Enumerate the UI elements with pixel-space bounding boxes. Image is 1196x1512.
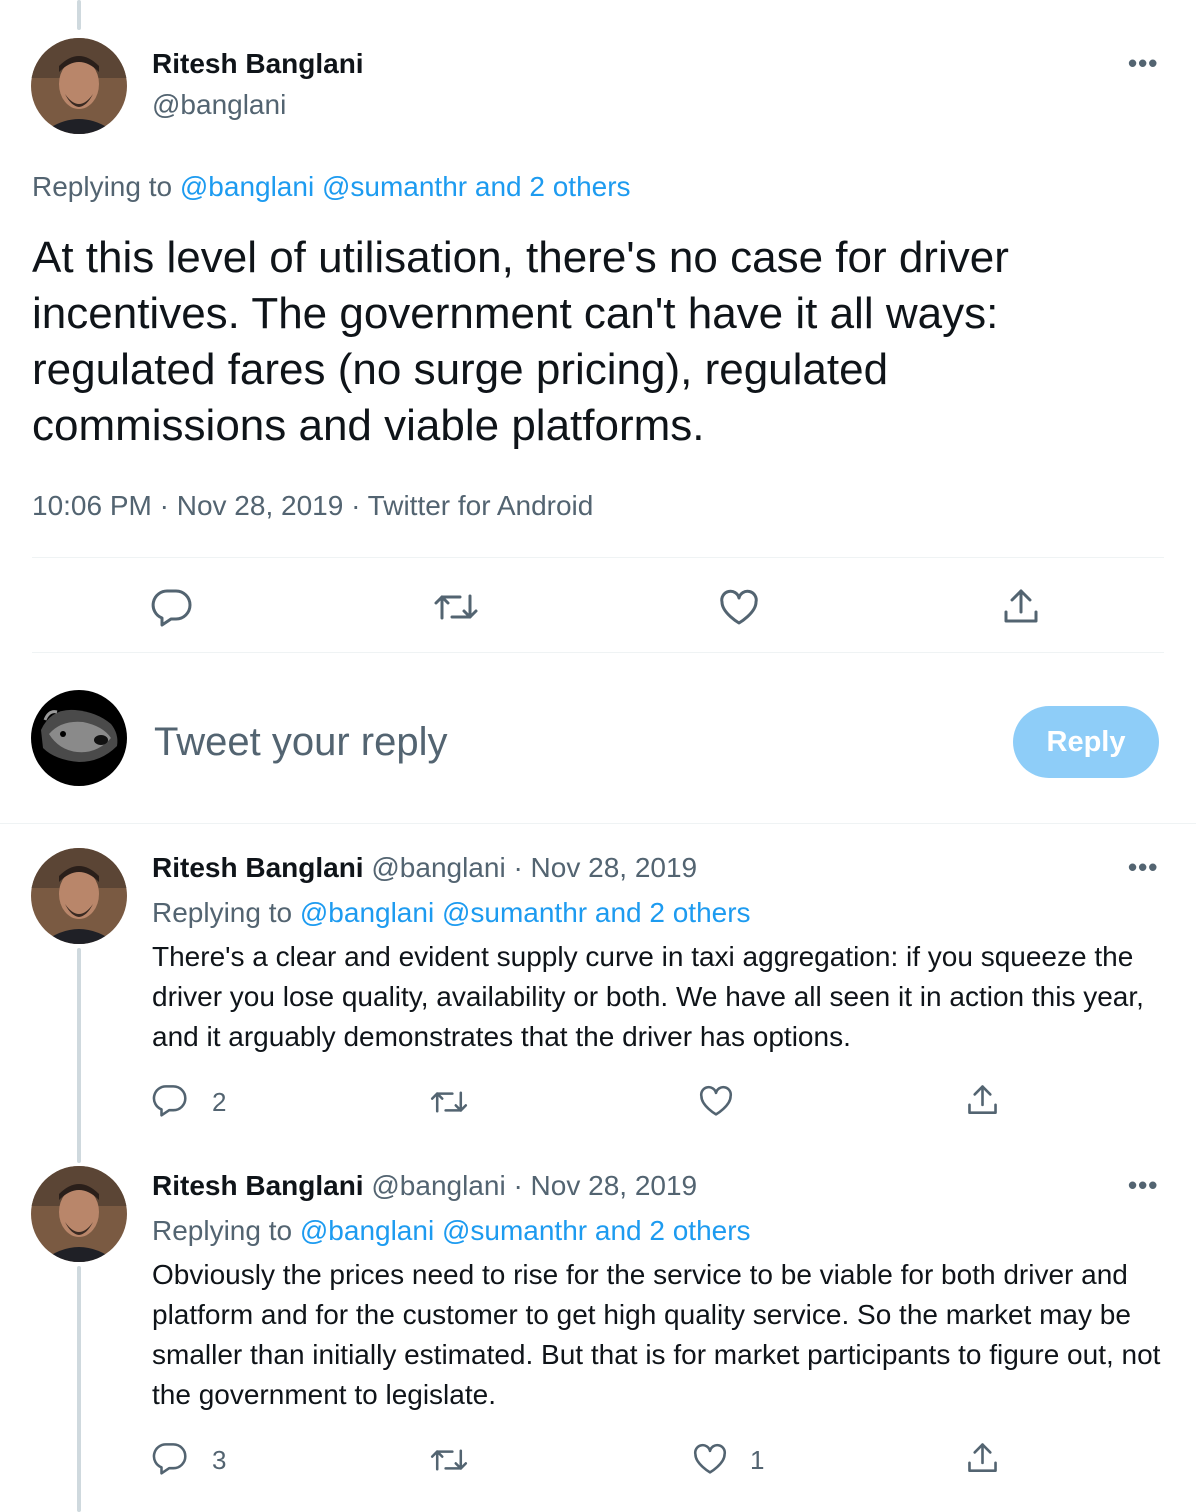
reply-icon[interactable] bbox=[152, 1441, 188, 1475]
like-icon[interactable] bbox=[698, 1085, 734, 1118]
user-avatar[interactable] bbox=[31, 690, 127, 786]
replying-to: Replying to @banglani @sumanthr and 2 ot… bbox=[32, 171, 631, 203]
reply-replying-to: Replying to @banglani @sumanthr and 2 ot… bbox=[152, 1215, 751, 1247]
retweet-icon[interactable] bbox=[428, 1086, 470, 1118]
reply-author-name[interactable]: Ritesh Banglani bbox=[152, 1170, 364, 1201]
like-icon[interactable] bbox=[718, 589, 760, 627]
divider bbox=[32, 557, 1164, 558]
share-icon[interactable] bbox=[966, 1083, 999, 1118]
more-icon[interactable]: ••• bbox=[1128, 852, 1158, 883]
reply-replying-to: Replying to @banglani @sumanthr and 2 ot… bbox=[152, 897, 751, 929]
author-name[interactable]: Ritesh Banglani bbox=[152, 48, 364, 80]
replying-to-prefix: Replying to bbox=[152, 1215, 293, 1246]
reply-count: 3 bbox=[212, 1445, 227, 1475]
reply-author-name[interactable]: Ritesh Banglani bbox=[152, 852, 364, 883]
retweet-icon[interactable] bbox=[428, 1444, 470, 1476]
reply-button[interactable]: Reply bbox=[1013, 706, 1159, 778]
reply-header: Ritesh Banglani @banglani · Nov 28, 2019 bbox=[152, 1170, 697, 1202]
more-icon[interactable]: ••• bbox=[1128, 48, 1158, 79]
tweet-meta[interactable]: 10:06 PM · Nov 28, 2019 · Twitter for An… bbox=[32, 490, 593, 522]
reply-header: Ritesh Banglani @banglani · Nov 28, 2019 bbox=[152, 852, 697, 884]
reply-count: 2 bbox=[212, 1087, 227, 1117]
replying-to-prefix: Replying to bbox=[152, 897, 293, 928]
share-icon[interactable] bbox=[966, 1441, 999, 1476]
author-handle[interactable]: @banglani bbox=[152, 89, 286, 121]
reply-handle-date[interactable]: @banglani · Nov 28, 2019 bbox=[371, 852, 697, 883]
reply-handle-date[interactable]: @banglani · Nov 28, 2019 bbox=[371, 1170, 697, 1201]
like-icon[interactable] bbox=[692, 1443, 728, 1476]
replying-to-mentions[interactable]: @banglani @sumanthr and 2 others bbox=[300, 1215, 751, 1246]
author-avatar[interactable] bbox=[31, 38, 127, 134]
retweet-icon[interactable] bbox=[432, 588, 480, 626]
replying-to-mentions[interactable]: @banglani @sumanthr and 2 others bbox=[180, 171, 631, 202]
reply-icon[interactable] bbox=[152, 1083, 188, 1117]
thread-line-top bbox=[77, 0, 81, 30]
reply-icon[interactable] bbox=[151, 587, 193, 627]
thread-line-replies bbox=[77, 948, 81, 1163]
replying-to-mentions[interactable]: @banglani @sumanthr and 2 others bbox=[300, 897, 751, 928]
thread-line-bottom bbox=[77, 1266, 81, 1512]
reply-text: Obviously the prices need to rise for th… bbox=[152, 1259, 1161, 1410]
share-icon[interactable] bbox=[1002, 587, 1040, 627]
reply-input[interactable] bbox=[154, 712, 974, 772]
tweet-text: At this level of utilisation, there's no… bbox=[32, 233, 1009, 450]
reply-text: There's a clear and evident supply curve… bbox=[152, 941, 1144, 1052]
replying-to-prefix: Replying to bbox=[32, 171, 173, 202]
reply-author-avatar[interactable] bbox=[31, 848, 127, 944]
like-count: 1 bbox=[750, 1445, 765, 1475]
reply-author-avatar[interactable] bbox=[31, 1166, 127, 1262]
divider bbox=[0, 823, 1196, 824]
divider bbox=[32, 652, 1164, 653]
more-icon[interactable]: ••• bbox=[1128, 1170, 1158, 1201]
